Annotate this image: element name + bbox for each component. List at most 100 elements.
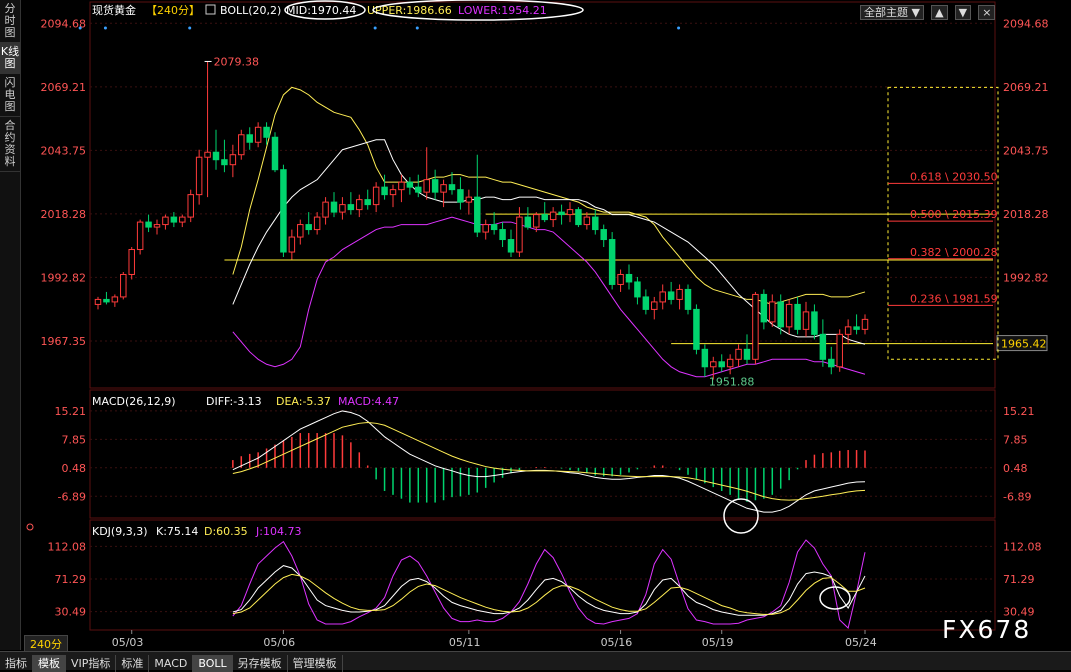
sidebar-item-3[interactable]: 合约资料	[0, 117, 20, 172]
kdj-legend-d: D:60.35	[204, 525, 248, 538]
macd-ytick-left-0: 15.21	[55, 405, 87, 418]
candle-body-60	[600, 229, 607, 241]
candle-body-65	[642, 296, 650, 310]
macd-dea-line	[232, 422, 866, 501]
candle-body-42	[448, 184, 456, 191]
candle-body-21	[271, 136, 279, 171]
close-button[interactable]: ×	[978, 5, 996, 20]
candle-body-59	[592, 216, 599, 231]
macd-legend-dea: DEA:-5.37	[276, 395, 331, 408]
bottom-tab-4[interactable]: MACD	[149, 655, 194, 672]
current-price-label: 1965.42	[1001, 338, 1047, 351]
event-marker-0	[78, 26, 82, 30]
price-panel: 2094.68 2094.682069.21 2069.212043.75 2043.…	[41, 0, 1049, 649]
header-instrument: 现货黄金	[92, 3, 136, 17]
sidebar-item-2[interactable]: 闪电图	[0, 74, 20, 117]
candle-body-67	[659, 291, 666, 303]
candle-body-32	[364, 199, 371, 206]
candle-body-22	[280, 169, 287, 253]
price-ytick-right-1: 2069.21	[1003, 81, 1049, 94]
scroll-up-button[interactable]: ▲	[931, 5, 948, 20]
bottom-tab-6[interactable]: 另存模板	[233, 655, 288, 672]
candle-body-81	[777, 301, 784, 328]
macd-border	[89, 389, 996, 519]
candle-body-54	[549, 211, 557, 221]
high-annotation: 2079.38	[214, 55, 259, 68]
arrow-down-icon: ▼	[958, 6, 968, 19]
candle-body-11	[187, 194, 194, 218]
candle-body-17	[238, 134, 245, 156]
bottom-tab-1[interactable]: 模板	[33, 655, 66, 672]
xtick-0: 05/03	[112, 636, 144, 649]
candle-body-7	[153, 224, 161, 228]
candle-body-85	[811, 311, 818, 335]
candle-body-40	[431, 179, 439, 193]
kdj-ytick-left-2: 30.49	[55, 606, 87, 619]
candle-body-28	[330, 201, 338, 213]
candle-body-36	[398, 181, 405, 191]
candle-body-51	[524, 216, 532, 228]
candle-body-58	[583, 216, 591, 226]
sidebar-item-1[interactable]: K线图	[0, 43, 20, 74]
candle-body-57	[575, 209, 582, 226]
bottom-tab-2[interactable]: VIP指标	[66, 655, 117, 672]
candle-body-55	[558, 211, 565, 216]
candle-body-46	[482, 224, 489, 233]
kdj-ytick-left-1: 71.29	[55, 573, 87, 586]
candle-body-30	[347, 204, 355, 211]
candle-body-78	[752, 293, 759, 360]
candle-body-8	[162, 216, 169, 226]
event-marker-4	[415, 26, 419, 30]
candle-body-26	[313, 216, 321, 231]
price-ytick-right-0: 2094.68	[1003, 17, 1049, 30]
candle-body-2	[111, 296, 119, 303]
candle-body-64	[634, 281, 641, 298]
price-ytick-right-4: 1992.82	[1003, 271, 1049, 284]
candle-body-83	[794, 303, 801, 330]
candle-body-27	[322, 201, 329, 218]
candle-body-71	[693, 308, 700, 350]
candle-body-61	[608, 239, 616, 285]
candle-body-49	[507, 239, 515, 253]
macd-ytick-right-1: 7.85	[1003, 433, 1028, 446]
bottom-tab-7[interactable]: 管理模板	[288, 655, 343, 672]
candle-body-9	[170, 216, 178, 223]
macd-panel: 15.21 15.21 7.85 7.85 0.48 0.48 -6.89 -6.89 MACD…	[55, 395, 1035, 534]
candle-body-18	[246, 134, 253, 143]
candle-body-77	[743, 348, 751, 360]
bottom-tab-0[interactable]: 指标	[0, 655, 33, 672]
candle-body-41	[440, 184, 447, 193]
event-marker-2	[188, 26, 192, 30]
low-annotation: 1951.88	[709, 376, 755, 389]
event-marker-3	[373, 26, 377, 30]
xtick-5: 05/24	[845, 636, 877, 649]
candle-body-25	[305, 224, 312, 231]
kdj-ytick-right-1: 71.29	[1003, 573, 1035, 586]
candle-body-76	[735, 348, 742, 360]
candle-body-52	[533, 214, 540, 228]
candle-body-89	[844, 326, 852, 335]
macd-ytick-left-3: -6.89	[58, 490, 86, 503]
theme-select[interactable]: 全部主题 ▼	[860, 5, 924, 20]
bottom-tab-3[interactable]: 标准	[116, 655, 150, 672]
fib-label-2: 0.382 \ 2000.28	[910, 246, 998, 259]
theme-select-label: 全部主题	[864, 6, 908, 19]
candle-body-88	[836, 333, 843, 368]
macd-ytick-left-1: 7.85	[62, 433, 87, 446]
arrow-up-icon: ▲	[935, 6, 944, 19]
candle-body-50	[516, 216, 523, 253]
price-ytick-right-2: 2043.75	[1003, 144, 1049, 157]
kdj-legend-k: K:75.14	[156, 525, 198, 538]
xtick-4: 05/19	[702, 636, 734, 649]
candle-body-47	[490, 224, 498, 231]
scroll-down-button[interactable]: ▼	[954, 5, 972, 20]
price-ytick-right-3: 2018.28	[1003, 208, 1049, 221]
candle-body-20	[263, 126, 270, 138]
sidebar-item-0[interactable]: 分时图	[0, 0, 20, 43]
kdj-panel: 112.08 112.0871.29 71.2930.49 30.49KDJ(9,3,…	[26, 523, 1042, 629]
candle-body-79	[760, 293, 768, 323]
macd-legend-macd: MACD:4.47	[338, 395, 399, 408]
bottom-tab-5[interactable]: BOLL	[193, 655, 233, 672]
candle-body-31	[356, 199, 363, 211]
macd-cross-circle	[723, 498, 759, 534]
